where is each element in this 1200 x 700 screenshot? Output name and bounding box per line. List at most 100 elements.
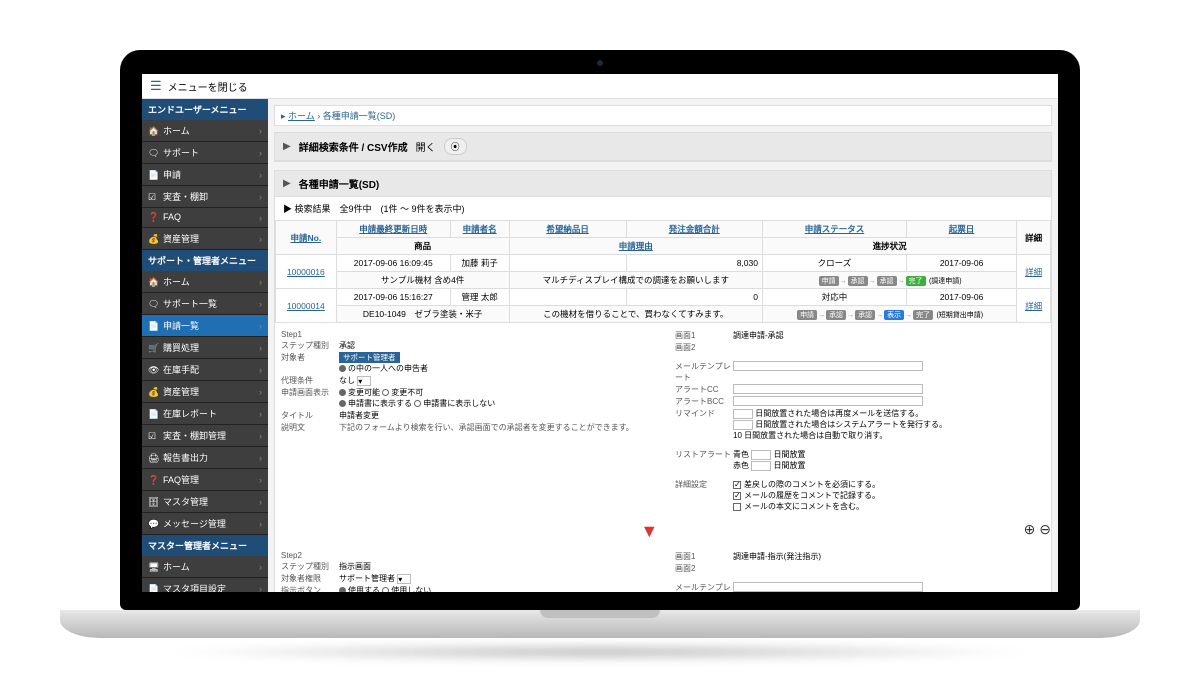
radio-icon[interactable] [339, 389, 346, 396]
sidebar-item[interactable]: 🏠ホーム› [142, 271, 268, 293]
detail-link[interactable]: 詳細 [1025, 301, 1042, 311]
checkbox-icon[interactable] [733, 492, 741, 500]
chevron-right-icon[interactable]: ▶ [283, 141, 291, 152]
input[interactable] [733, 582, 923, 592]
radio-icon[interactable] [339, 365, 346, 372]
val: メールの本文にコメントを含む。 [744, 502, 864, 511]
sidebar-icon: ❓ [148, 475, 160, 486]
checkbox-icon[interactable] [733, 503, 741, 511]
breadcrumb-sep: › [317, 111, 320, 121]
request-no-link[interactable]: 10000016 [287, 267, 325, 277]
val: 承認 [339, 340, 651, 351]
sidebar-icon: 🖥 [148, 562, 160, 573]
sidebar-icon: 🗨 [148, 148, 160, 159]
sidebar-item[interactable]: 💰資産管理› [142, 228, 268, 250]
sidebar-icon: 📄 [148, 584, 160, 592]
col-amount[interactable]: 発注金額合計 [669, 224, 720, 234]
chevron-right-icon: › [259, 213, 262, 223]
lab: 詳細設定 [675, 479, 733, 512]
sidebar-item[interactable]: ☑実査・棚卸管理› [142, 425, 268, 447]
topbar: ☰ メニューを閉じる [142, 74, 1058, 99]
val: 申請者変更 [339, 410, 651, 421]
sidebar-item[interactable]: 🗨サポート一覧› [142, 293, 268, 315]
radio-icon[interactable] [382, 587, 389, 592]
col-raised[interactable]: 起票日 [949, 224, 975, 234]
val: 10 [733, 431, 742, 440]
lab: 対象者権限 [281, 573, 339, 584]
sidebar-item[interactable]: 🖥ホーム› [142, 556, 268, 578]
input[interactable] [733, 396, 923, 406]
val: 青色 [733, 450, 749, 459]
sidebar-item[interactable]: 📄申請› [142, 164, 268, 186]
menu-icon[interactable]: ☰ [150, 78, 162, 94]
camera-dot [597, 60, 603, 66]
sidebar-item[interactable]: 📄申請一覧› [142, 315, 268, 337]
sidebar-item[interactable]: 🗨サポート› [142, 142, 268, 164]
arrow-down-icon: ▼ ⊕ ⊖ [275, 519, 1051, 544]
breadcrumb-current: 各種申請一覧(SD) [323, 111, 396, 121]
sidebar-item[interactable]: ❓FAQ› [142, 208, 268, 228]
chevron-right-icon[interactable]: ▶ [283, 178, 291, 189]
lab: 画面2 [675, 342, 733, 353]
table-row: 100000142017-09-06 15:16:27管理 太郎0対応中2017… [276, 289, 1051, 306]
input[interactable] [733, 420, 753, 430]
chevron-right-icon: › [259, 234, 262, 244]
sidebar-item[interactable]: 🗄マスタ管理› [142, 491, 268, 513]
sidebar-icon: 🏠 [148, 126, 160, 137]
col-no[interactable]: 申請No. [291, 233, 322, 243]
col-reason[interactable]: 申請理由 [619, 241, 653, 251]
select-box[interactable]: ▾ [397, 574, 411, 584]
val: 日間放置された場合は自動で取り消す。 [744, 431, 887, 440]
main-area: ▸ ホーム › 各種申請一覧(SD) ▶ 詳細検索条件 / CSV作成 開く ⦿ [268, 99, 1058, 592]
sidebar-item[interactable]: 🛒購買処理› [142, 337, 268, 359]
sidebar-item[interactable]: ☑実査・棚卸› [142, 186, 268, 208]
sidebar-icon: 🖨 [148, 453, 160, 464]
col-updated[interactable]: 申請最終更新日時 [359, 224, 427, 234]
laptop-frame: ☰ メニューを閉じる エンドユーザーメニュー🏠ホーム›🗨サポート›📄申請›☑実査… [120, 50, 1080, 650]
sidebar-item[interactable]: 💬メッセージ管理› [142, 513, 268, 535]
sidebar-icon: ❓ [148, 212, 160, 223]
col-applicant[interactable]: 申請者名 [463, 224, 497, 234]
add-remove-icons[interactable]: ⊕ ⊖ [1024, 521, 1051, 538]
sidebar-item[interactable]: 📄在庫レポート› [142, 403, 268, 425]
menu-toggle-label[interactable]: メニューを閉じる [168, 79, 248, 94]
col-status[interactable]: 申請ステータス [805, 224, 865, 234]
input[interactable] [751, 450, 771, 460]
radio-icon[interactable] [339, 587, 346, 592]
input[interactable] [733, 409, 753, 419]
sidebar-item[interactable]: 💰資産管理› [142, 381, 268, 403]
lab: メールテンプレート [675, 361, 733, 383]
sidebar-item[interactable]: 👁在庫手配› [142, 359, 268, 381]
val: 日間放置された場合は再度メールを送信する。 [755, 409, 923, 418]
laptop-shadow [160, 642, 1040, 662]
radio-icon[interactable] [414, 400, 421, 407]
sidebar-item[interactable]: 🖨報告書出力› [142, 447, 268, 469]
sidebar-item[interactable]: ❓FAQ管理› [142, 469, 268, 491]
col-due[interactable]: 希望納品日 [546, 224, 589, 234]
input[interactable] [733, 384, 923, 394]
lab: ステップ種別 [281, 561, 339, 572]
lab: 代理条件 [281, 375, 339, 386]
input[interactable] [751, 461, 771, 471]
val: 申請書に表示しない [423, 399, 495, 408]
toggle-open-button[interactable]: ⦿ [444, 138, 467, 155]
lab: ステップ種別 [281, 340, 339, 351]
input[interactable] [733, 361, 923, 371]
lab: リストアラート [675, 449, 733, 471]
breadcrumb-home[interactable]: ホーム [288, 111, 315, 121]
target-chip[interactable]: サポート管理者 [339, 352, 400, 363]
sidebar-section-header: サポート・管理者メニュー [142, 250, 268, 271]
radio-icon[interactable] [339, 400, 346, 407]
checkbox-icon[interactable] [733, 481, 741, 489]
chevron-right-icon: › [259, 409, 262, 419]
val: 日間放置 [773, 450, 805, 459]
sidebar-item[interactable]: 🏠ホーム› [142, 120, 268, 142]
radio-icon[interactable] [382, 389, 389, 396]
chevron-right-icon: › [259, 126, 262, 136]
sidebar-item[interactable]: 📄マスタ項目設定› [142, 578, 268, 592]
laptop-base [60, 610, 1140, 638]
select-box[interactable]: ▾ [357, 376, 371, 386]
request-no-link[interactable]: 10000014 [287, 301, 325, 311]
col-progress: 進捗状況 [762, 238, 1016, 255]
detail-link[interactable]: 詳細 [1025, 267, 1042, 277]
